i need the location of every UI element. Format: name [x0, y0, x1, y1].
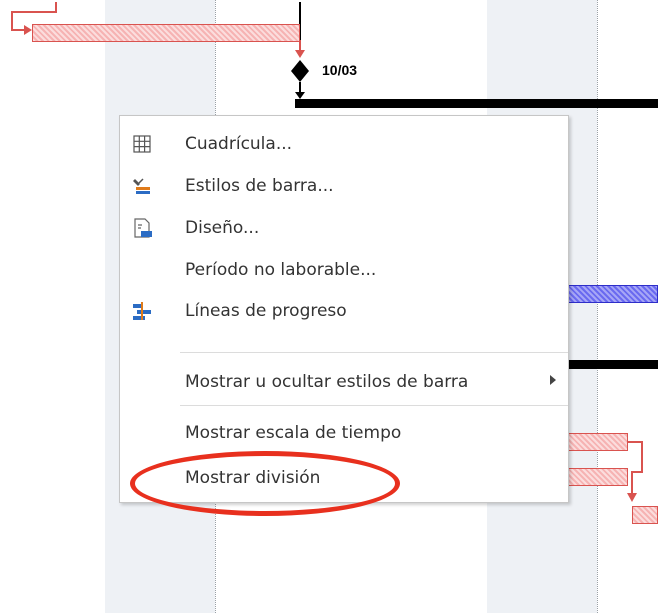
menu-separator	[180, 352, 568, 353]
submenu-arrow-icon	[550, 375, 556, 385]
menu-item-progress-lines[interactable]: Líneas de progreso	[120, 291, 568, 331]
summary-bar[interactable]	[295, 99, 658, 108]
summary-bar[interactable]	[568, 360, 658, 369]
menu-item-label: Período no laborable...	[185, 260, 377, 280]
menu-separator	[180, 405, 568, 406]
milestone-date-label: 10/03	[322, 62, 358, 78]
bar-styles-icon	[133, 178, 150, 194]
menu-item-gridlines[interactable]: Cuadrícula...	[120, 124, 568, 164]
menu-item-label: Líneas de progreso	[185, 301, 347, 321]
menu-item-label: Mostrar división	[185, 468, 321, 488]
menu-item-layout[interactable]: Diseño...	[120, 208, 568, 248]
progress-lines-icon	[133, 302, 151, 320]
menu-item-show-split[interactable]: Mostrar división	[120, 458, 568, 498]
menu-item-show-timescale[interactable]: Mostrar escala de tiempo	[120, 413, 568, 453]
menu-item-label: Mostrar u ocultar estilos de barra	[185, 372, 469, 392]
task-bar[interactable]	[32, 24, 300, 42]
menu-item-nonworking-time[interactable]: Período no laborable...	[120, 250, 568, 290]
task-bar-selected[interactable]	[568, 285, 658, 303]
menu-item-label: Estilos de barra...	[185, 176, 334, 196]
grid-icon	[133, 135, 151, 153]
task-bar[interactable]	[632, 506, 658, 524]
menu-item-label: Cuadrícula...	[185, 134, 293, 154]
task-bar[interactable]	[568, 468, 628, 486]
context-menu: Cuadrícula... Estilos de barra... Diseño…	[119, 115, 569, 503]
menu-item-show-hide-bar-styles[interactable]: Mostrar u ocultar estilos de barra	[120, 362, 568, 402]
menu-item-label: Mostrar escala de tiempo	[185, 423, 402, 443]
menu-item-bar-styles[interactable]: Estilos de barra...	[120, 166, 568, 206]
layout-icon	[134, 218, 152, 238]
task-bar[interactable]	[568, 433, 628, 451]
menu-item-label: Diseño...	[185, 218, 260, 238]
